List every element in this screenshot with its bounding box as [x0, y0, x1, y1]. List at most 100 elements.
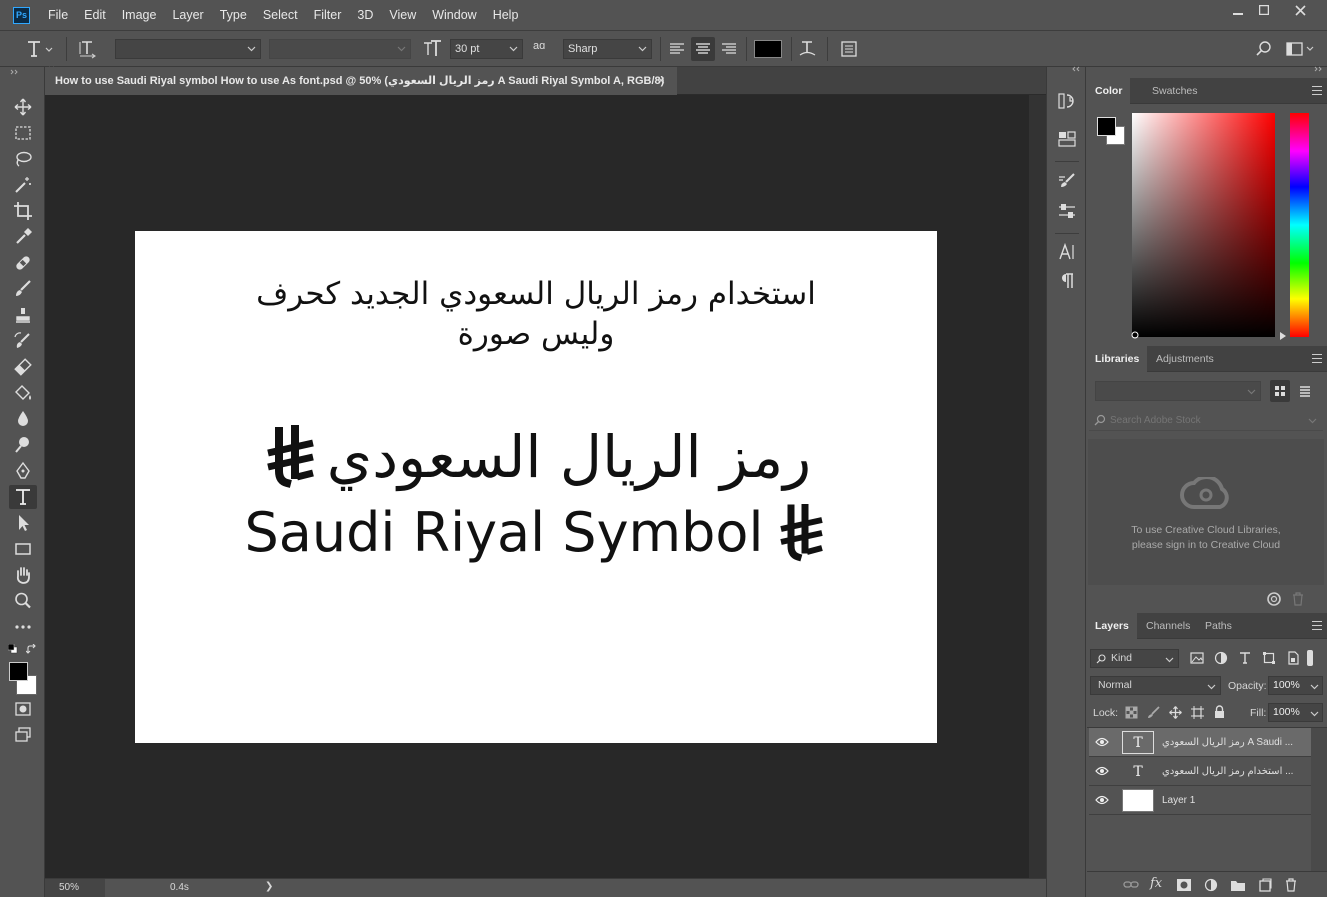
tab-adjustments[interactable]: Adjustments	[1148, 346, 1222, 372]
list-view-button[interactable]	[1295, 380, 1315, 402]
color-saturation-field[interactable]	[1132, 113, 1275, 337]
filter-type-layers-button[interactable]	[1238, 651, 1252, 665]
status-menu-arrow[interactable]: ❯	[265, 881, 273, 892]
close-window-button[interactable]	[1283, 0, 1317, 20]
layer-row-headline-text[interactable]: T استخدام رمز الريال السعودي ...	[1089, 757, 1311, 786]
font-style-select[interactable]	[269, 39, 411, 59]
collapse-strip-icon[interactable]	[1071, 66, 1081, 72]
swap-colors-icon[interactable]	[26, 644, 37, 655]
tab-layers[interactable]: Layers	[1087, 613, 1137, 639]
crop-tool[interactable]	[9, 199, 37, 223]
menu-select[interactable]: Select	[255, 0, 306, 30]
delete-library-button[interactable]	[1291, 591, 1305, 607]
lock-image-pixels-button[interactable]	[1147, 706, 1160, 719]
move-tool[interactable]	[9, 95, 37, 119]
add-mask-button[interactable]	[1176, 878, 1192, 892]
foreground-color-swatch[interactable]	[9, 662, 28, 681]
filter-shape-layers-button[interactable]	[1262, 651, 1276, 665]
library-select[interactable]	[1095, 381, 1261, 401]
type-tool[interactable]	[9, 485, 37, 509]
opacity-field[interactable]: 100%	[1268, 676, 1323, 695]
align-left-button[interactable]	[667, 39, 687, 59]
eyedropper-tool[interactable]	[9, 225, 37, 249]
tab-paths[interactable]: Paths	[1197, 613, 1240, 639]
collapse-tools-icon[interactable]	[10, 69, 20, 75]
close-document-button[interactable]: ×	[657, 72, 665, 88]
brush-tool[interactable]	[9, 277, 37, 301]
collapse-right-icon[interactable]	[1314, 66, 1324, 72]
blend-mode-select[interactable]: Normal	[1090, 676, 1221, 695]
character-panel-button[interactable]	[1056, 241, 1078, 263]
menu-type[interactable]: Type	[212, 0, 255, 30]
new-layer-button[interactable]	[1258, 878, 1272, 892]
fill-field[interactable]: 100%	[1268, 703, 1323, 722]
hue-slider-handle[interactable]	[1280, 332, 1288, 340]
paragraph-panel-button[interactable]	[1056, 270, 1078, 292]
screen-mode-button[interactable]	[9, 723, 37, 747]
layers-scrollbar[interactable]	[1311, 728, 1327, 871]
properties-panel-button[interactable]	[1056, 128, 1078, 150]
brush-settings-panel-button[interactable]	[1056, 171, 1078, 193]
history-brush-tool[interactable]	[9, 329, 37, 353]
marquee-tool[interactable]	[9, 121, 37, 145]
lasso-tool[interactable]	[9, 147, 37, 171]
font-family-select[interactable]	[115, 39, 261, 59]
menu-image[interactable]: Image	[114, 0, 165, 30]
warp-text-button[interactable]	[798, 39, 818, 59]
zoom-tool[interactable]	[9, 589, 37, 613]
link-layers-button[interactable]	[1123, 878, 1139, 892]
magic-wand-tool[interactable]	[9, 173, 37, 197]
hand-tool[interactable]	[9, 563, 37, 587]
align-right-button[interactable]	[719, 39, 739, 59]
new-group-button[interactable]	[1230, 878, 1246, 892]
menu-view[interactable]: View	[381, 0, 424, 30]
layers-panel-menu-icon[interactable]	[1312, 621, 1322, 630]
lock-transparent-pixels-button[interactable]	[1125, 706, 1138, 719]
dodge-tool[interactable]	[9, 433, 37, 457]
text-color-swatch[interactable]	[754, 40, 782, 58]
search-button[interactable]	[1255, 40, 1273, 58]
lock-position-button[interactable]	[1169, 706, 1182, 719]
menu-filter[interactable]: Filter	[306, 0, 350, 30]
eye-icon[interactable]	[1095, 795, 1109, 805]
menu-layer[interactable]: Layer	[164, 0, 211, 30]
healing-brush-tool[interactable]	[9, 251, 37, 275]
stock-search-input[interactable]	[1110, 412, 1290, 428]
tool-preset-picker[interactable]	[26, 39, 56, 59]
menu-window[interactable]: Window	[424, 0, 484, 30]
artboard[interactable]: استخدام رمز الريال السعودي الجديد كحرف و…	[135, 231, 937, 743]
sync-library-button[interactable]	[1266, 591, 1282, 607]
maximize-button[interactable]	[1247, 0, 1281, 20]
eye-icon[interactable]	[1095, 737, 1109, 747]
layer-row-layer-1[interactable]: Layer 1	[1089, 786, 1311, 815]
adobe-stock-search[interactable]	[1089, 409, 1323, 431]
tab-channels[interactable]: Channels	[1138, 613, 1198, 639]
toggle-text-orientation-button[interactable]	[78, 39, 98, 59]
eraser-tool[interactable]	[9, 355, 37, 379]
character-paragraph-panel-button[interactable]	[839, 39, 859, 59]
align-center-button[interactable]	[691, 37, 715, 61]
menu-3d[interactable]: 3D	[349, 0, 381, 30]
filter-adjustment-layers-button[interactable]	[1214, 651, 1228, 665]
layer-filter-select[interactable]: Kind	[1090, 649, 1179, 668]
filter-smart-objects-button[interactable]	[1286, 651, 1300, 665]
zoom-field[interactable]: 50%	[45, 879, 105, 897]
workspace-switcher[interactable]	[1286, 40, 1316, 58]
menu-file[interactable]: File	[40, 0, 76, 30]
filter-toggle-switch[interactable]	[1307, 650, 1313, 666]
path-selection-tool[interactable]	[9, 511, 37, 535]
layer-row-arabic-english-text[interactable]: T رمز الريال السعودي A Saudi ...	[1089, 728, 1311, 757]
new-adjustment-layer-button[interactable]	[1204, 878, 1218, 892]
panel-foreground-color[interactable]	[1097, 117, 1116, 136]
menu-help[interactable]: Help	[485, 0, 527, 30]
lock-artboard-button[interactable]	[1191, 706, 1204, 719]
vertical-scrollbar[interactable]	[1029, 95, 1046, 878]
blur-tool[interactable]	[9, 407, 37, 431]
filter-pixel-layers-button[interactable]	[1190, 651, 1204, 665]
clone-stamp-tool[interactable]	[9, 303, 37, 327]
tab-swatches[interactable]: Swatches	[1144, 78, 1206, 104]
eye-icon[interactable]	[1095, 766, 1109, 776]
grid-view-button[interactable]	[1270, 380, 1290, 402]
adjustment-sliders-panel-button[interactable]	[1056, 200, 1078, 222]
more-tools[interactable]	[9, 615, 37, 639]
